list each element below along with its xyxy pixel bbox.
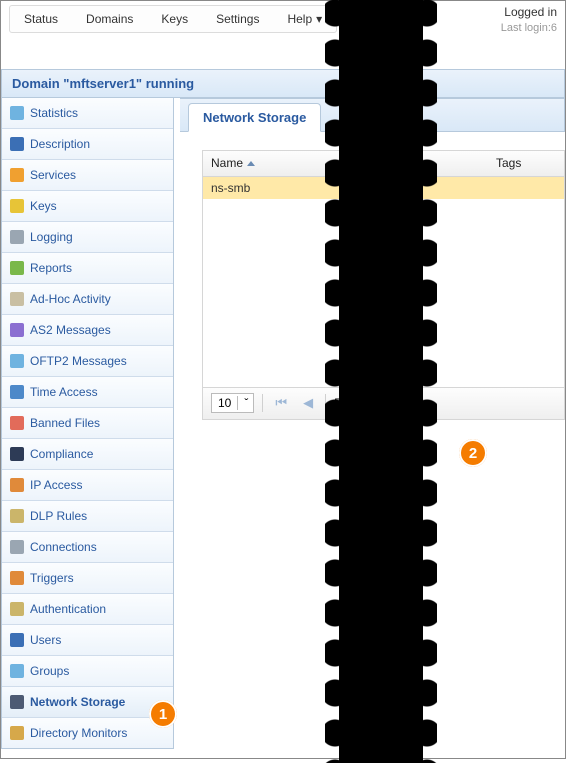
sidebar-item-compliance[interactable]: Compliance: [2, 438, 173, 469]
sidebar-icon: [10, 106, 24, 120]
sidebar-item-label: Reports: [30, 261, 72, 275]
sidebar-item-label: Ad-Hoc Activity: [30, 292, 111, 306]
callout-2: 2: [459, 439, 487, 467]
sidebar-item-label: Keys: [30, 199, 57, 213]
sidebar-item-network-storage[interactable]: Network Storage: [2, 686, 173, 717]
sidebar-item-reports[interactable]: Reports: [2, 252, 173, 283]
sidebar-item-label: Groups: [30, 664, 69, 678]
callout-1: 1: [149, 700, 177, 728]
tab-network-storage[interactable]: Network Storage: [188, 103, 321, 132]
sidebar-item-label: Time Access: [30, 385, 98, 399]
sidebar-item-as2-messages[interactable]: AS2 Messages: [2, 314, 173, 345]
sidebar-item-label: Triggers: [30, 571, 74, 585]
sidebar-item-banned-files[interactable]: Banned Files: [2, 407, 173, 438]
sidebar-icon: [10, 664, 24, 678]
sidebar-icon: [10, 354, 24, 368]
pager-first-button[interactable]: ⏮: [271, 395, 291, 411]
sidebar-item-statistics[interactable]: Statistics: [2, 98, 173, 128]
divider: [262, 394, 263, 412]
torn-edge-decoration: [339, 0, 423, 763]
sidebar-item-label: Authentication: [30, 602, 106, 616]
domain-status-bar: Domain "mftserver1" running: [1, 69, 565, 98]
sidebar-item-label: Users: [30, 633, 61, 647]
menu-settings[interactable]: Settings: [202, 6, 273, 32]
col-tags[interactable]: Tags: [488, 156, 564, 170]
sidebar-item-label: AS2 Messages: [30, 323, 111, 337]
sidebar-icon: [10, 323, 24, 337]
sidebar-item-label: IP Access: [30, 478, 82, 492]
sidebar-item-label: Banned Files: [30, 416, 100, 430]
sidebar-icon: [10, 261, 24, 275]
login-info: Logged in Last login:6: [501, 5, 557, 35]
sidebar-icon: [10, 230, 24, 244]
sidebar-item-label: Network Storage: [30, 695, 125, 709]
sidebar-icon: [10, 571, 24, 585]
sidebar-icon: [10, 633, 24, 647]
sidebar-item-label: Connections: [30, 540, 97, 554]
sidebar-icon: [10, 540, 24, 554]
menu-keys[interactable]: Keys: [147, 6, 202, 32]
caret-down-icon: ▾: [316, 12, 322, 26]
sidebar-item-ip-access[interactable]: IP Access: [2, 469, 173, 500]
sidebar-item-label: OFTP2 Messages: [30, 354, 127, 368]
sidebar-item-ad-hoc-activity[interactable]: Ad-Hoc Activity: [2, 283, 173, 314]
page-size-select[interactable]: 10ˇ: [211, 393, 254, 413]
sidebar-item-time-access[interactable]: Time Access: [2, 376, 173, 407]
sidebar-item-users[interactable]: Users: [2, 624, 173, 655]
sidebar-item-services[interactable]: Services: [2, 159, 173, 190]
sidebar-icon: [10, 602, 24, 616]
sidebar-item-oftp2-messages[interactable]: OFTP2 Messages: [2, 345, 173, 376]
sidebar-item-groups[interactable]: Groups: [2, 655, 173, 686]
sidebar: Statistics Description Services Keys Logging…: [1, 98, 174, 749]
sidebar-item-description[interactable]: Description: [2, 128, 173, 159]
logged-in-text: Logged in: [501, 5, 557, 21]
last-login-text: Last login:6: [501, 21, 557, 35]
sidebar-item-connections[interactable]: Connections: [2, 531, 173, 562]
sidebar-item-logging[interactable]: Logging: [2, 221, 173, 252]
sidebar-icon: [10, 292, 24, 306]
sidebar-item-label: Services: [30, 168, 76, 182]
sidebar-item-authentication[interactable]: Authentication: [2, 593, 173, 624]
sidebar-item-triggers[interactable]: Triggers: [2, 562, 173, 593]
sidebar-icon: [10, 447, 24, 461]
sidebar-icon: [10, 509, 24, 523]
menu-status[interactable]: Status: [10, 6, 72, 32]
sidebar-icon: [10, 726, 24, 740]
menu-domains[interactable]: Domains: [72, 6, 147, 32]
sidebar-item-label: Statistics: [30, 106, 78, 120]
sidebar-icon: [10, 478, 24, 492]
sort-asc-icon: [247, 161, 255, 166]
pager-prev-button[interactable]: ◀: [299, 395, 317, 411]
chevron-down-icon: ˇ: [237, 396, 253, 410]
sidebar-item-label: Logging: [30, 230, 73, 244]
top-menu: Status Domains Keys Settings Help▾: [9, 5, 337, 33]
sidebar-icon: [10, 695, 24, 709]
sidebar-icon: [10, 168, 24, 182]
sidebar-icon: [10, 385, 24, 399]
sidebar-item-dlp-rules[interactable]: DLP Rules: [2, 500, 173, 531]
sidebar-item-label: DLP Rules: [30, 509, 87, 523]
sidebar-icon: [10, 199, 24, 213]
sidebar-item-label: Compliance: [30, 447, 93, 461]
sidebar-icon: [10, 137, 24, 151]
sidebar-icon: [10, 416, 24, 430]
sidebar-item-keys[interactable]: Keys: [2, 190, 173, 221]
sidebar-item-label: Directory Monitors: [30, 726, 127, 740]
sidebar-item-directory-monitors[interactable]: Directory Monitors: [2, 717, 173, 748]
sidebar-item-label: Description: [30, 137, 90, 151]
